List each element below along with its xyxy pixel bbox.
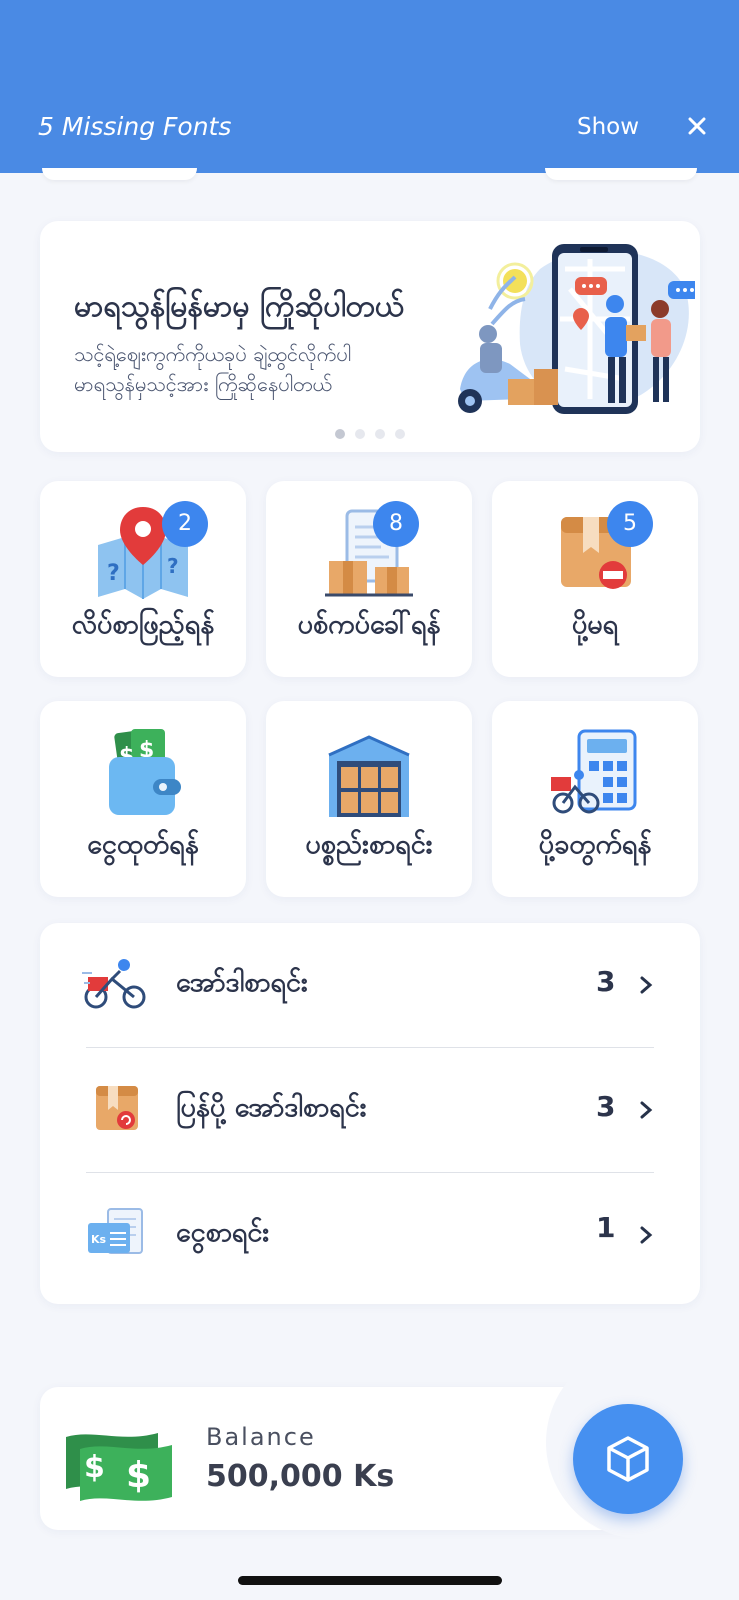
delivery-calculator-icon xyxy=(551,729,637,814)
list-item-label: ငွေစာရင်း xyxy=(176,1217,270,1248)
tile-label: ပို့ခတွက်ရန် xyxy=(538,829,652,860)
svg-text:?: ? xyxy=(107,561,120,586)
tile-badge: 2 xyxy=(162,501,208,547)
banner-heading: မာရသွန်မြန်မာမှ ကြိုဆိုပါတယ် xyxy=(74,289,405,324)
svg-text:$: $ xyxy=(126,1455,151,1496)
show-button[interactable]: Show xyxy=(577,114,639,140)
svg-text:$: $ xyxy=(84,1450,105,1485)
cash-icon: $ $ xyxy=(66,1433,172,1501)
carousel-dot[interactable] xyxy=(355,429,365,439)
tile-undeliverable[interactable]: 5 ပို့မရ xyxy=(492,481,698,677)
svg-text:?: ? xyxy=(167,554,179,578)
carousel-dots[interactable] xyxy=(335,429,405,439)
tile-address[interactable]: ? ? 2 လိပ်စာဖြည့်ရန် xyxy=(40,481,246,677)
card-edge xyxy=(545,168,697,180)
chevron-right-icon xyxy=(640,1226,653,1244)
carousel-dot[interactable] xyxy=(375,429,385,439)
home-indicator[interactable] xyxy=(238,1576,502,1585)
delivery-bike-icon xyxy=(82,959,146,1009)
list-item-count: 1 xyxy=(596,1211,616,1244)
tile-inventory[interactable]: ပစ္စည်းစာရင်း xyxy=(266,701,472,897)
tile-label: ပစ္စည်းစာရင်း xyxy=(305,829,433,860)
return-box-icon xyxy=(96,1086,138,1130)
card-edge xyxy=(42,168,197,180)
tile-fee-calculator[interactable]: ပို့ခတွက်ရန် xyxy=(492,701,698,897)
carousel-dot[interactable] xyxy=(395,429,405,439)
summary-list: အော်ဒါစာရင်း 3 ပြန်ပို့ အော်ဒါစာရင်း 3 K… xyxy=(40,923,700,1304)
tile-badge: 5 xyxy=(607,501,653,547)
wallet-icon: $ $ xyxy=(109,729,181,815)
warehouse-icon xyxy=(328,735,410,817)
tile-label: ပစ်ကပ်ခေါ်ရန် xyxy=(297,609,441,640)
list-item-count: 3 xyxy=(596,965,616,998)
list-item-count: 3 xyxy=(596,1090,616,1123)
list-item-orders[interactable]: အော်ဒါစာရင်း 3 xyxy=(40,923,700,1047)
list-item-finance[interactable]: Ks ငွေစာရင်း 1 xyxy=(40,1173,700,1297)
tile-label: ပို့မရ xyxy=(571,609,619,640)
list-item-label: အော်ဒါစာရင်း xyxy=(176,967,308,998)
tile-badge: 8 xyxy=(373,501,419,547)
promo-banner[interactable]: မာရသွန်မြန်မာမှ ကြိုဆိုပါတယ် သင့်ရဲ့ဈေးက… xyxy=(40,221,700,452)
close-icon[interactable] xyxy=(683,112,711,140)
banner-subtitle-line-2: မာရသွန်မှသင့်အား ကြိုဆိုနေပါတယ် xyxy=(74,372,332,396)
delivery-illustration xyxy=(458,244,695,414)
tile-label: ငွေထုတ်ရန် xyxy=(87,829,199,860)
list-item-return-orders[interactable]: ပြန်ပို့ အော်ဒါစာရင်း 3 xyxy=(40,1048,700,1172)
svg-text:Ks: Ks xyxy=(91,1233,107,1246)
missing-fonts-title: 5 Missing Fonts xyxy=(38,112,232,141)
carousel-dot[interactable] xyxy=(335,429,345,439)
balance-label: Balance xyxy=(206,1423,316,1451)
missing-fonts-bar: 5 Missing Fonts Show xyxy=(0,0,739,173)
tile-label: လိပ်စာဖြည့်ရန် xyxy=(71,609,215,640)
chevron-right-icon xyxy=(640,1101,653,1119)
tile-pickup[interactable]: 8 ပစ်ကပ်ခေါ်ရန် xyxy=(266,481,472,677)
tile-withdraw[interactable]: $ $ ငွေထုတ်ရန် xyxy=(40,701,246,897)
new-parcel-button[interactable] xyxy=(573,1404,683,1514)
chevron-right-icon xyxy=(640,976,653,994)
balance-value: 500,000 Ks xyxy=(206,1459,395,1494)
banner-subtitle-line-1: သင့်ရဲ့ဈေးကွက်ကိုယခုပဲ ချဲ့ထွင်လိုက်ပါ xyxy=(74,342,352,366)
list-item-label: ပြန်ပို့ အော်ဒါစာရင်း xyxy=(176,1092,367,1123)
cube-icon xyxy=(607,1436,649,1482)
ks-receipt-icon: Ks xyxy=(88,1208,143,1254)
